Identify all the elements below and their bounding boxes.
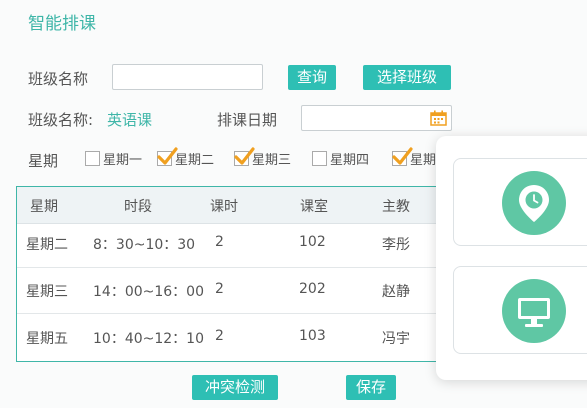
page-title: 智能排课: [28, 14, 96, 34]
calendar-icon[interactable]: [430, 110, 447, 126]
schedule-date-label: 排课日期: [217, 111, 278, 129]
checkmark-icon: [157, 147, 178, 165]
table-cell: 赵静: [382, 284, 410, 300]
column-header-time: 时段: [124, 199, 152, 215]
weekday-option-thu[interactable]: 星期四: [312, 149, 369, 168]
checkmark-icon: [392, 147, 413, 165]
weekday-option-wed[interactable]: 星期三: [234, 147, 292, 168]
weekday-option-mon[interactable]: 星期一: [85, 149, 142, 168]
table-cell: 8：30~10：30: [93, 237, 196, 253]
table-cell: 李彤: [382, 237, 410, 253]
schedule-table: 星期 时段 课时 课室 主教 星期二 8：30~10：30 2 102 李彤 星…: [16, 186, 486, 362]
table-cell: 2: [215, 328, 224, 344]
weekday-option-label: 星期三: [252, 153, 292, 168]
table-cell: 星期五: [26, 331, 68, 347]
row-divider: [17, 267, 485, 268]
weekday-option-label: 星期一: [103, 153, 143, 168]
checkbox-checked[interactable]: [392, 147, 413, 166]
current-class-value: 英语课: [107, 111, 153, 129]
checkbox-checked[interactable]: [234, 147, 255, 166]
checkbox-checked[interactable]: [157, 147, 178, 166]
schedule-date-input[interactable]: [301, 105, 452, 131]
checkbox-unchecked[interactable]: [312, 151, 327, 166]
table-cell: 103: [299, 328, 326, 344]
checkmark-icon: [234, 147, 255, 165]
monitor-icon[interactable]: [502, 279, 566, 343]
table-cell: 102: [299, 234, 326, 250]
save-button[interactable]: 保存: [346, 375, 396, 400]
table-cell: 2: [215, 234, 224, 250]
column-header-room: 课室: [300, 199, 328, 215]
side-card-monitor[interactable]: [453, 266, 587, 354]
class-name-input[interactable]: [112, 64, 263, 90]
weekday-label: 星期: [28, 152, 59, 170]
weekday-option-label: 星期四: [330, 153, 370, 168]
conflict-check-button[interactable]: 冲突检测: [192, 375, 278, 400]
clock-pin-icon[interactable]: [502, 171, 566, 235]
weekday-option-label: 星期: [410, 153, 437, 168]
table-cell: 10：40~12：10: [93, 331, 204, 347]
column-header-weekday: 星期: [30, 199, 58, 215]
table-cell: 14：00~16：00: [93, 284, 204, 300]
weekday-option-fri[interactable]: 星期: [392, 147, 437, 168]
column-header-hours: 课时: [210, 199, 238, 215]
row-divider: [17, 313, 485, 314]
current-class-label: 班级名称:: [28, 111, 94, 129]
weekday-option-tue[interactable]: 星期二: [157, 147, 215, 168]
class-name-label: 班级名称: [28, 70, 89, 88]
table-cell: 冯宇: [382, 331, 410, 347]
checkbox-unchecked[interactable]: [85, 151, 100, 166]
table-cell: 星期二: [26, 237, 68, 253]
table-header: 星期 时段 课时 课室 主教: [17, 187, 485, 224]
side-card-clock[interactable]: [453, 158, 587, 246]
table-cell: 202: [299, 281, 326, 297]
query-button[interactable]: 查询: [288, 65, 336, 90]
table-cell: 2: [215, 281, 224, 297]
side-panel: [436, 136, 587, 380]
table-cell: 星期三: [26, 284, 68, 300]
weekday-option-label: 星期二: [175, 153, 215, 168]
column-header-teacher: 主教: [382, 199, 410, 215]
select-class-button[interactable]: 选择班级: [363, 65, 451, 90]
